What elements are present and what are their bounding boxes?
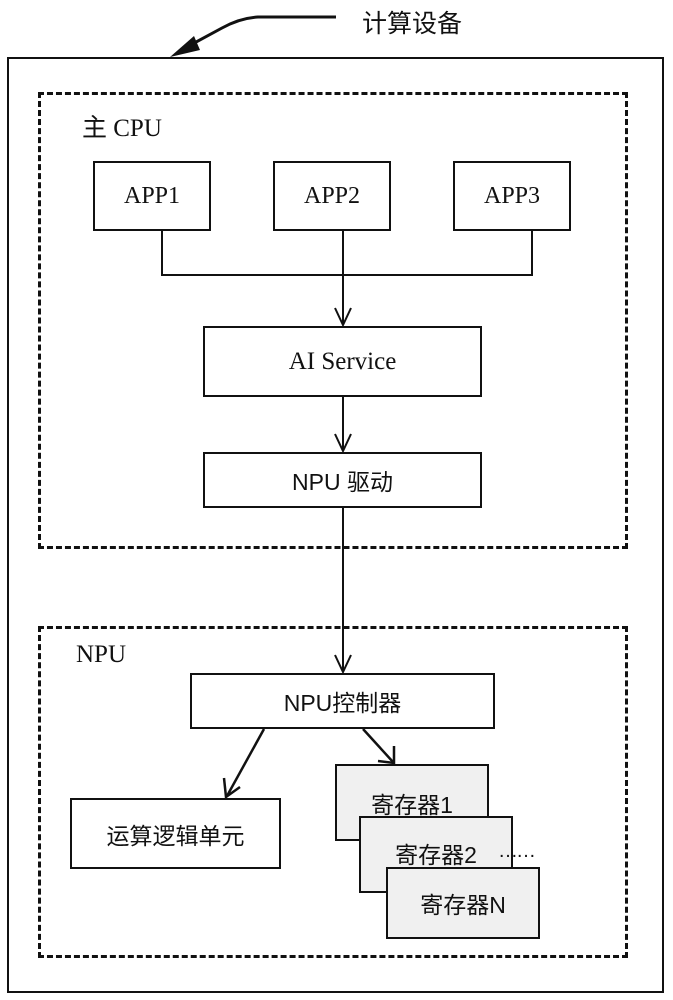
controller-to-alu-line <box>225 728 266 797</box>
app1-connector <box>161 231 533 276</box>
title-pointer-line <box>184 15 336 50</box>
title-pointer-arrowhead <box>170 36 200 57</box>
connectors <box>161 15 533 800</box>
controller-to-registers-line <box>362 728 394 763</box>
